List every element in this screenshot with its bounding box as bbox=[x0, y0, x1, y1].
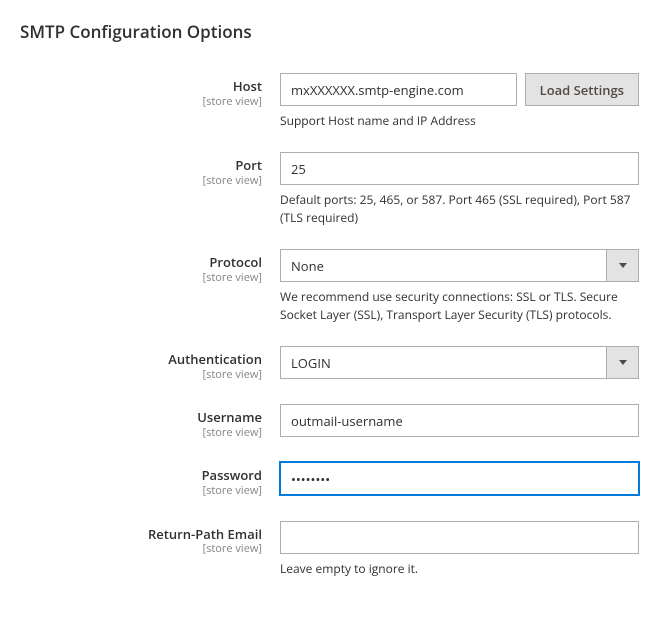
host-note: Support Host name and IP Address bbox=[280, 112, 639, 130]
return-path-control: Leave empty to ignore it. bbox=[280, 521, 639, 578]
protocol-note: We recommend use security connections: S… bbox=[280, 288, 639, 324]
port-scope: [store view] bbox=[20, 174, 262, 188]
protocol-scope: [store view] bbox=[20, 271, 262, 285]
return-path-note: Leave empty to ignore it. bbox=[280, 560, 639, 578]
username-input[interactable] bbox=[280, 404, 639, 437]
field-port: Port [store view] Default ports: 25, 465… bbox=[20, 152, 639, 227]
port-label-wrap: Port [store view] bbox=[20, 152, 280, 188]
authentication-label-wrap: Authentication [store view] bbox=[20, 346, 280, 382]
return-path-scope: [store view] bbox=[20, 542, 262, 556]
host-control: Load Settings Support Host name and IP A… bbox=[280, 73, 639, 130]
field-host: Host [store view] Load Settings Support … bbox=[20, 73, 639, 130]
port-control: Default ports: 25, 465, or 587. Port 465… bbox=[280, 152, 639, 227]
authentication-select[interactable]: LOGIN bbox=[280, 346, 639, 379]
authentication-select-value: LOGIN bbox=[280, 346, 639, 379]
authentication-label: Authentication bbox=[20, 351, 262, 368]
password-label: Password bbox=[20, 467, 262, 484]
host-label-wrap: Host [store view] bbox=[20, 73, 280, 109]
load-settings-button[interactable]: Load Settings bbox=[525, 73, 639, 106]
protocol-control: None We recommend use security connectio… bbox=[280, 249, 639, 324]
field-return-path: Return-Path Email [store view] Leave emp… bbox=[20, 521, 639, 578]
authentication-control: LOGIN bbox=[280, 346, 639, 379]
username-label-wrap: Username [store view] bbox=[20, 404, 280, 440]
username-control bbox=[280, 404, 639, 437]
host-input-row: Load Settings bbox=[280, 73, 639, 106]
username-label: Username bbox=[20, 409, 262, 426]
return-path-label-wrap: Return-Path Email [store view] bbox=[20, 521, 280, 557]
password-scope: [store view] bbox=[20, 484, 262, 498]
host-scope: [store view] bbox=[20, 95, 262, 109]
field-protocol: Protocol [store view] None We recommend … bbox=[20, 249, 639, 324]
port-input[interactable] bbox=[280, 152, 639, 185]
password-input[interactable] bbox=[280, 462, 639, 495]
port-note: Default ports: 25, 465, or 587. Port 465… bbox=[280, 191, 639, 227]
protocol-select[interactable]: None bbox=[280, 249, 639, 282]
protocol-label: Protocol bbox=[20, 254, 262, 271]
return-path-input[interactable] bbox=[280, 521, 639, 554]
return-path-label: Return-Path Email bbox=[20, 526, 262, 543]
host-label: Host bbox=[20, 78, 262, 95]
protocol-label-wrap: Protocol [store view] bbox=[20, 249, 280, 285]
password-label-wrap: Password [store view] bbox=[20, 462, 280, 498]
field-password: Password [store view] bbox=[20, 462, 639, 498]
username-scope: [store view] bbox=[20, 426, 262, 440]
field-authentication: Authentication [store view] LOGIN bbox=[20, 346, 639, 382]
section-title: SMTP Configuration Options bbox=[20, 20, 639, 43]
password-control bbox=[280, 462, 639, 495]
protocol-select-value: None bbox=[280, 249, 639, 282]
host-input[interactable] bbox=[280, 73, 517, 106]
authentication-scope: [store view] bbox=[20, 368, 262, 382]
field-username: Username [store view] bbox=[20, 404, 639, 440]
port-label: Port bbox=[20, 157, 262, 174]
